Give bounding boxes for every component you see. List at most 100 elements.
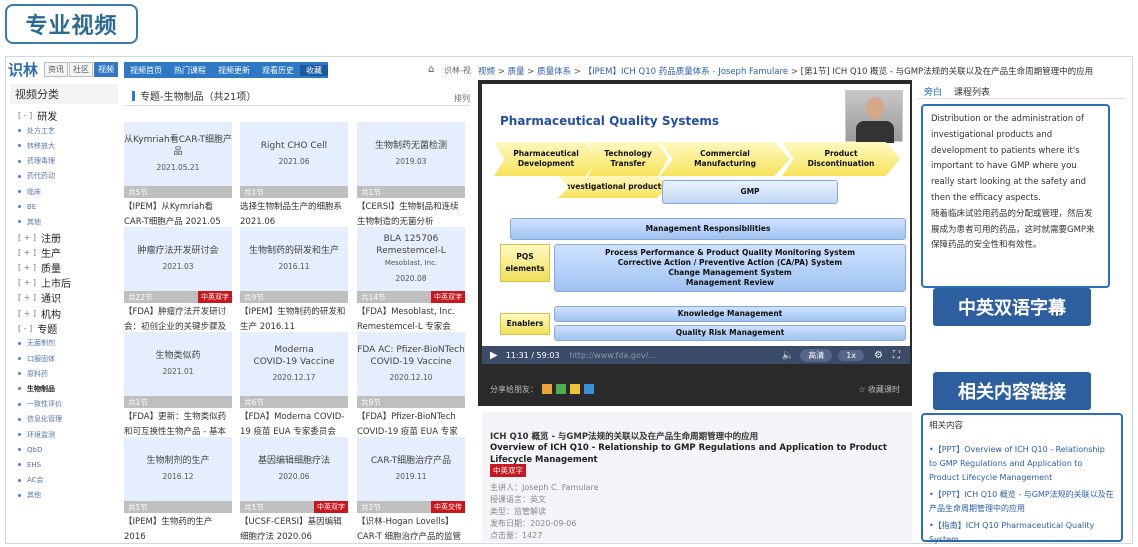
settings-icon[interactable]: ⚙ — [874, 350, 883, 361]
sidebar-item[interactable]: 原料药 — [10, 366, 118, 381]
video-card[interactable]: 从Kymriah看CAR-T细胞产品 2021.05.21 共5节 【IPEM】从Ky… — [124, 122, 232, 232]
expand-toggle[interactable]: [ + ] — [18, 248, 36, 257]
video-thumbnail[interactable]: 从Kymriah看CAR-T细胞产品 2021.05.21 — [124, 122, 232, 186]
video-thumbnail[interactable]: 肿瘤疗法开发研讨会 2021.03 — [124, 227, 232, 291]
sidebar-item[interactable]: 处方工艺 — [10, 123, 118, 138]
sidebar-item[interactable]: [ - ] 专题 — [10, 321, 118, 336]
sidebar-item[interactable]: 口服固体 — [10, 351, 118, 366]
video-card[interactable]: 生物类似药 2021.01 共1节 【FDA】更新：生物类似药和可互换性生物产品 - … — [124, 332, 232, 442]
wechat-icon[interactable] — [556, 384, 566, 394]
speed-button[interactable]: 1x — [838, 349, 865, 361]
video-card[interactable]: 肿瘤疗法开发研讨会 2021.03 共22节 中英双字 【FDA】肿瘤疗法开发研讨会：初… — [124, 227, 232, 337]
bullet-icon — [18, 159, 21, 163]
related-link[interactable]: •【指南】ICH Q10 Pharmaceutical Quality Syst… — [929, 519, 1115, 547]
sidebar-item[interactable]: [ - ] 研发 — [10, 108, 118, 123]
sort-button[interactable]: 排列 — [454, 93, 470, 104]
card-title-link[interactable]: 【识林-Hogan Lovells】CAR-T 细胞治疗产品的监管 — [357, 513, 465, 547]
sidebar-item[interactable]: [ + ] 质量 — [10, 260, 118, 275]
video-thumbnail[interactable]: 生物制药无菌检测 2019.03 — [357, 122, 465, 186]
video-thumbnail[interactable]: CAR-T细胞治疗产品 2019.11 — [357, 437, 465, 501]
expand-toggle[interactable]: [ + ] — [18, 263, 36, 272]
tab-news[interactable]: 资讯 — [44, 61, 69, 77]
video-thumbnail[interactable]: 生物制剂的生产 2016.12 — [124, 437, 232, 501]
thumbnail-title: 生物制剂的生产 — [146, 456, 210, 466]
video-navbar: 视频首页 热门课程 视频更新 观看历史 收藏 — [124, 62, 328, 78]
sidebar-item[interactable]: 无菌制剂 — [10, 336, 118, 351]
video-card[interactable]: 生物制药的研发和生产 2016.11 共9节 【IPEM】生物制药的研发和生产 201… — [240, 227, 348, 337]
nav-video-home[interactable]: 视频首页 — [124, 65, 168, 76]
home-icon[interactable]: ⌂ — [428, 64, 434, 75]
sidebar-item-label: 环境监测 — [27, 430, 55, 439]
video-card[interactable]: CAR-T细胞治疗产品 2019.11 共2节 中英交传 【识林-Hogan Lovel… — [357, 437, 465, 547]
nav-favorites[interactable]: 收藏 — [300, 64, 328, 76]
expand-toggle[interactable]: [ - ] — [18, 111, 32, 120]
sidebar-item[interactable]: 环境监测 — [10, 427, 118, 442]
sidebar-item[interactable]: 转移放大 — [10, 138, 118, 153]
video-card[interactable]: 基因编辑细胞疗法 2020.06 共1节 中英双字 【UCSF-CERSI】基因编辑细胞… — [240, 437, 348, 547]
sidebar-item[interactable]: [ + ] 通识 — [10, 290, 118, 305]
douban-icon[interactable] — [584, 384, 594, 394]
breadcrumb-quality[interactable]: 质量 — [508, 67, 525, 77]
quality-button[interactable]: 高清 — [800, 348, 833, 362]
expand-toggle[interactable]: [ - ] — [18, 324, 32, 333]
sidebar-item[interactable]: 一致性评价 — [10, 397, 118, 412]
nav-watch-history[interactable]: 观看历史 — [256, 65, 300, 76]
video-card[interactable]: FDA AC: Pfizer-BioNTech COVID-19 Vaccine 2… — [357, 332, 465, 442]
sidebar-item[interactable]: BE — [10, 199, 118, 214]
fullscreen-icon[interactable]: ⛶ — [893, 350, 900, 361]
home-link[interactable]: 识林-视 — [444, 65, 471, 76]
breadcrumb-course[interactable]: 【IPEM】ICH Q10 药品质量体系 - Joseph Famulare — [584, 67, 789, 77]
video-card[interactable]: Right CHO Cell 2021.06 共1节 选择生物制品生产的细胞系 202… — [240, 122, 348, 232]
sidebar-item[interactable]: [ + ] 机构 — [10, 305, 118, 321]
video-card[interactable]: 生物制药无菌检测 2019.03 共1节 【CERSI】生物制品和连续生物制造的无菌分… — [357, 122, 465, 232]
sidebar-item[interactable]: 生物制品 — [10, 381, 118, 396]
sidebar-item[interactable]: [ + ] 上市后 — [10, 275, 118, 290]
volume-icon[interactable]: 🔈 — [782, 350, 794, 361]
expand-toggle[interactable]: [ + ] — [18, 309, 36, 318]
tab-community[interactable]: 社区 — [69, 61, 94, 77]
expand-toggle[interactable]: [ + ] — [18, 278, 36, 287]
related-link[interactable]: •【PPT】ICH Q10 概览 - 与GMP法规的关联以及在产品生命周期管理中… — [929, 488, 1115, 516]
subtitle-tag: 中英双字 — [490, 464, 526, 477]
sidebar-item-label: 生物制品 — [27, 384, 55, 393]
favorite-button[interactable]: ☆ 收藏课时 — [858, 384, 900, 395]
qzone-icon[interactable] — [570, 384, 580, 394]
tab-video[interactable]: 视频 — [94, 61, 119, 77]
nav-video-updates[interactable]: 视频更新 — [212, 65, 256, 76]
video-thumbnail[interactable]: 基因编辑细胞疗法 2020.06 — [240, 437, 348, 501]
play-icon[interactable]: ▶ — [490, 350, 498, 361]
speaker: 主讲人：Joseph C. Famulare — [490, 483, 599, 492]
sidebar-item[interactable]: 其他 — [10, 488, 118, 503]
video-thumbnail[interactable]: 生物制药的研发和生产 2016.11 — [240, 227, 348, 291]
related-link[interactable]: •【PPT】Overview of ICH Q10 - Relationship… — [929, 443, 1115, 485]
sidebar-item[interactable]: AC会 — [10, 473, 118, 488]
expand-toggle[interactable]: [ + ] — [18, 293, 36, 302]
video-card[interactable]: Moderna COVID-19 Vaccine 2020.12.17 共6节 【FDA… — [240, 332, 348, 442]
sidebar-item[interactable]: 信息化管理 — [10, 412, 118, 427]
sidebar-item[interactable]: 临床 — [10, 184, 118, 199]
video-thumbnail[interactable]: 生物类似药 2021.01 — [124, 332, 232, 396]
nav-hot-courses[interactable]: 热门课程 — [168, 65, 212, 76]
site-logo[interactable]: 识林 — [8, 59, 38, 80]
tab-course-list[interactable]: 课程列表 — [948, 84, 996, 98]
breadcrumb-qs[interactable]: 质量体系 — [537, 67, 571, 77]
video-card[interactable]: 生物制剂的生产 2016.12 共1节 【IPEM】生物药的生产 2016 — [124, 437, 232, 547]
video-thumbnail[interactable]: BLA 125706 Remestemcel-L Mesoblast, Inc. 20… — [357, 227, 465, 291]
video-thumbnail[interactable]: FDA AC: Pfizer-BioNTech COVID-19 Vaccine 2… — [357, 332, 465, 396]
video-thumbnail[interactable]: Moderna COVID-19 Vaccine 2020.12.17 — [240, 332, 348, 396]
sidebar-item[interactable]: [ + ] 注册 — [10, 230, 118, 245]
video-card[interactable]: BLA 125706 Remestemcel-L Mesoblast, Inc. 20… — [357, 227, 465, 337]
sidebar-item[interactable]: 药理毒理 — [10, 154, 118, 169]
expand-toggle[interactable]: [ + ] — [18, 233, 36, 242]
sidebar-item[interactable]: [ + ] 生产 — [10, 245, 118, 260]
sidebar-item[interactable]: EHS — [10, 457, 118, 472]
sidebar-item[interactable]: 药代药动 — [10, 169, 118, 184]
sidebar-item[interactable]: QbD — [10, 442, 118, 457]
weibo-icon[interactable] — [542, 384, 552, 394]
tab-narration[interactable]: 旁白 — [918, 84, 948, 98]
card-title-link[interactable]: 【IPEM】生物药的生产 2016 — [124, 513, 232, 547]
sidebar-item[interactable]: 其他 — [10, 214, 118, 229]
video-thumbnail[interactable]: Right CHO Cell 2021.06 — [240, 122, 348, 186]
card-title-link[interactable]: 【UCSF-CERSI】基因编辑细胞疗法 2020.06 — [240, 513, 348, 547]
breadcrumb-video[interactable]: 视频 — [478, 67, 495, 77]
